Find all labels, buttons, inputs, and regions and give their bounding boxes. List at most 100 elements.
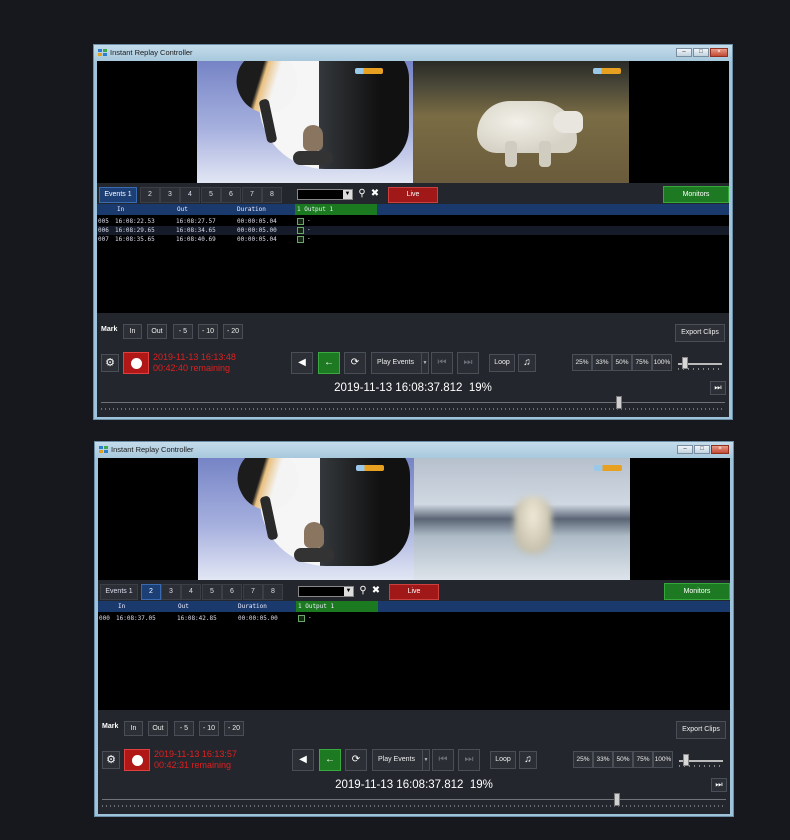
record-time: 2019-11-13 16:13:48	[153, 352, 236, 362]
output-checkbox[interactable]	[297, 218, 304, 225]
mark-in-button[interactable]: In	[124, 721, 143, 736]
output-select[interactable]: ▼	[297, 189, 353, 200]
mark-in-button[interactable]: In	[123, 324, 142, 339]
tab-events-4[interactable]: 4	[180, 187, 200, 203]
skip-end-button[interactable]: ⏭	[710, 381, 726, 395]
zoom-33-button[interactable]: 33%	[593, 751, 613, 768]
tab-events-6[interactable]: 6	[221, 187, 241, 203]
gear-icon[interactable]: ⚙	[101, 354, 119, 372]
search-icon[interactable]: ⚲	[357, 585, 369, 597]
monitors-button[interactable]: Monitors	[663, 186, 729, 203]
mark-out-button[interactable]: Out	[147, 324, 167, 339]
close-window-button[interactable]: ×	[711, 445, 729, 454]
step-back-button[interactable]: ◀	[291, 352, 313, 374]
loop-button[interactable]: Loop	[489, 354, 515, 372]
zoom-75-button[interactable]: 75%	[633, 751, 653, 768]
maximize-button[interactable]: □	[693, 48, 709, 57]
chevron-down-icon[interactable]: ▼	[422, 750, 429, 770]
zoom-slider-thumb[interactable]	[682, 754, 689, 766]
zoom-25-button[interactable]: 25%	[572, 354, 592, 371]
tab-events-3[interactable]: 3	[160, 187, 180, 203]
search-icon[interactable]: ⚲	[356, 188, 368, 200]
undo-button[interactable]: ⟳	[345, 749, 367, 771]
tab-events-5[interactable]: 5	[201, 187, 221, 203]
table-row[interactable]: 005 16:08:22.53 16:08:27.57 00:00:05.04 -	[97, 217, 729, 226]
tab-events-8[interactable]: 8	[262, 187, 282, 203]
chevron-down-icon[interactable]: ▼	[421, 353, 428, 373]
zoom-33-button[interactable]: 33%	[592, 354, 612, 371]
undo-button[interactable]: ⟳	[344, 352, 366, 374]
timeline-track[interactable]	[101, 402, 725, 403]
tab-events-6[interactable]: 6	[222, 584, 242, 600]
close-window-button[interactable]: ×	[710, 48, 728, 57]
output-select[interactable]: ▼	[298, 586, 354, 597]
event-id: 005	[98, 218, 109, 225]
tab-events-5[interactable]: 5	[202, 584, 222, 600]
output-checkbox[interactable]	[298, 615, 305, 622]
audio-button[interactable]: ♫	[518, 354, 536, 372]
chevron-down-icon[interactable]: ▼	[343, 190, 352, 199]
zoom-50-button[interactable]: 50%	[613, 751, 633, 768]
minus-5-button[interactable]: - 5	[173, 324, 193, 339]
maximize-button[interactable]: □	[694, 445, 710, 454]
audio-button[interactable]: ♫	[519, 751, 537, 769]
app-icon	[98, 49, 107, 57]
timeline-track[interactable]	[102, 799, 726, 800]
tab-events-3[interactable]: 3	[161, 584, 181, 600]
live-button[interactable]: Live	[388, 187, 438, 203]
zoom-slider-thumb[interactable]	[681, 357, 688, 369]
step-back-button[interactable]: ◀	[292, 749, 314, 771]
skip-forward-button[interactable]: ⏭	[458, 749, 480, 771]
skip-back-button[interactable]: ⏮	[431, 352, 453, 374]
tab-events-8[interactable]: 8	[263, 584, 283, 600]
gear-icon[interactable]: ⚙	[102, 751, 120, 769]
back-button[interactable]: ←	[319, 749, 341, 771]
tab-events-7[interactable]: 7	[243, 584, 263, 600]
monitors-button[interactable]: Monitors	[664, 583, 730, 600]
minus-10-button[interactable]: - 10	[198, 324, 218, 339]
zoom-25-button[interactable]: 25%	[573, 751, 593, 768]
zoom-75-button[interactable]: 75%	[632, 354, 652, 371]
minus-20-button[interactable]: - 20	[224, 721, 244, 736]
skip-back-button[interactable]: ⏮	[432, 749, 454, 771]
minimize-button[interactable]: –	[677, 445, 693, 454]
tab-events-7[interactable]: 7	[242, 187, 262, 203]
output-checkbox[interactable]	[297, 236, 304, 243]
table-row[interactable]: 000 16:08:37.05 16:08:42.85 00:00:05.00 -	[98, 614, 730, 623]
skip-end-button[interactable]: ⏭	[711, 778, 727, 792]
table-row[interactable]: 007 16:08:35.65 16:08:40.69 00:00:05.04 -	[97, 235, 729, 244]
mark-out-button[interactable]: Out	[148, 721, 168, 736]
timeline-thumb[interactable]	[615, 396, 622, 409]
tab-events-1[interactable]: Events 1	[100, 584, 138, 600]
record-button[interactable]	[123, 352, 149, 374]
export-clips-button[interactable]: Export Clips	[675, 324, 725, 342]
play-events-label: Play Events	[378, 756, 415, 763]
export-clips-button[interactable]: Export Clips	[676, 721, 726, 739]
minimize-button[interactable]: –	[676, 48, 692, 57]
table-row[interactable]: 006 16:08:29.65 16:08:34.65 00:00:05.00 -	[97, 226, 729, 235]
minus-10-button[interactable]: - 10	[199, 721, 219, 736]
close-icon[interactable]: ✖	[369, 188, 381, 200]
tab-events-2[interactable]: 2	[140, 187, 160, 203]
tab-events-4[interactable]: 4	[181, 584, 201, 600]
loop-button[interactable]: Loop	[490, 751, 516, 769]
record-button[interactable]	[124, 749, 150, 771]
play-events-button[interactable]: Play Events ▼	[372, 749, 430, 771]
tab-events-2[interactable]: 2	[141, 584, 161, 600]
play-events-button[interactable]: Play Events ▼	[371, 352, 429, 374]
title-bar[interactable]: Instant Replay Controller – □ ×	[95, 442, 733, 458]
title-bar[interactable]: Instant Replay Controller – □ ×	[94, 45, 732, 61]
tab-events-1[interactable]: Events 1	[99, 187, 137, 203]
minus-5-button[interactable]: - 5	[174, 721, 194, 736]
live-button[interactable]: Live	[389, 584, 439, 600]
timeline-thumb[interactable]	[613, 793, 620, 806]
zoom-100-button[interactable]: 100%	[653, 751, 673, 768]
zoom-50-button[interactable]: 50%	[612, 354, 632, 371]
minus-20-button[interactable]: - 20	[223, 324, 243, 339]
skip-forward-button[interactable]: ⏭	[457, 352, 479, 374]
back-button[interactable]: ←	[318, 352, 340, 374]
close-icon[interactable]: ✖	[370, 585, 382, 597]
chevron-down-icon[interactable]: ▼	[344, 587, 353, 596]
output-checkbox[interactable]	[297, 227, 304, 234]
zoom-100-button[interactable]: 100%	[652, 354, 672, 371]
